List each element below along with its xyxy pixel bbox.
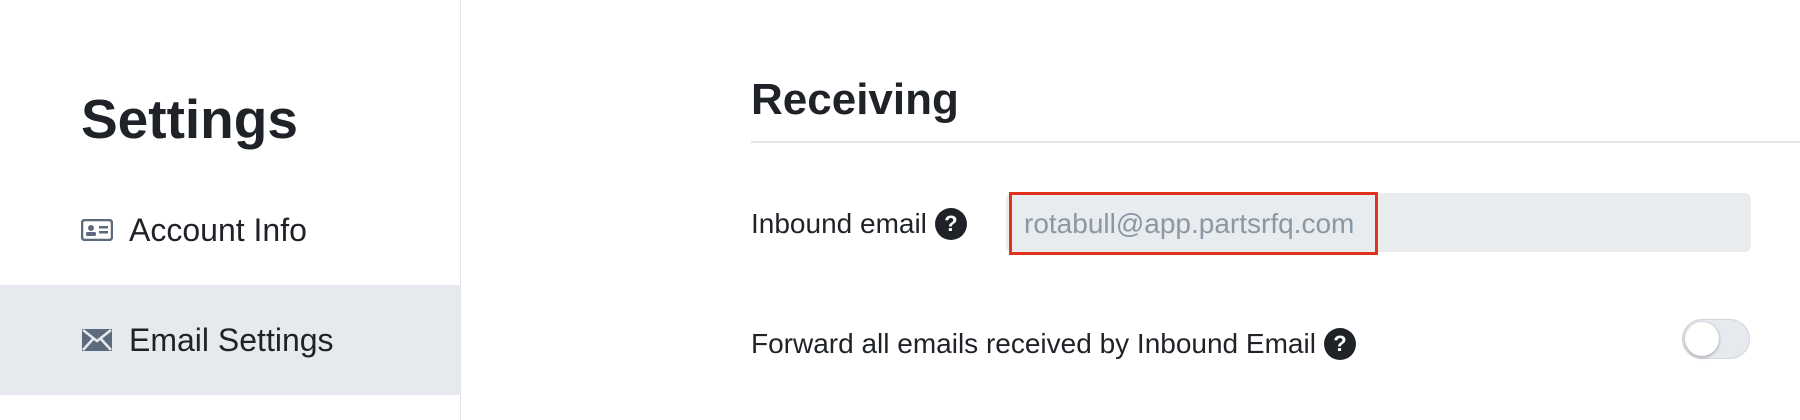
forward-emails-row-label: Forward all emails received by Inbound E…: [751, 324, 1356, 364]
forward-emails-label: Forward all emails received by Inbound E…: [751, 328, 1316, 359]
sidebar-item-label: Email Settings: [129, 321, 334, 358]
settings-page: Settings Account Info Email Settings Rec…: [0, 0, 1800, 420]
page-title: Settings: [81, 88, 298, 150]
section-title: Receiving: [751, 75, 959, 124]
envelope-icon: [81, 328, 113, 352]
help-icon[interactable]: ?: [1323, 328, 1356, 360]
help-icon[interactable]: ?: [934, 208, 967, 240]
sidebar-item-email-settings[interactable]: Email Settings: [0, 285, 460, 395]
id-card-icon: [81, 218, 113, 242]
inbound-email-value[interactable]: rotabull@app.partsrfq.com: [1009, 192, 1378, 255]
forward-emails-toggle[interactable]: [1682, 319, 1750, 359]
settings-sidebar: Settings Account Info Email Settings: [0, 0, 461, 420]
inbound-email-label: Inbound email: [751, 208, 927, 239]
section-divider: [751, 141, 1800, 143]
sidebar-item-label: Account Info: [129, 211, 307, 248]
sidebar-item-account-info[interactable]: Account Info: [0, 175, 460, 285]
inbound-email-row-label: Inbound email ?: [751, 204, 967, 244]
toggle-knob: [1685, 322, 1719, 356]
